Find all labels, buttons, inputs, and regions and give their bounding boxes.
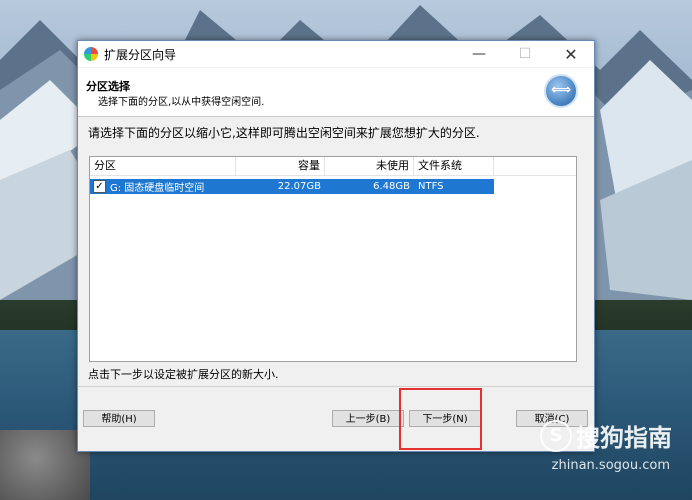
row-checkbox[interactable]: ✓	[93, 180, 106, 193]
maximize-button[interactable]: ☐	[502, 41, 548, 67]
divider	[78, 386, 594, 387]
partition-unused: 6.48GB	[373, 181, 410, 192]
column-filesystem[interactable]: 文件系统	[414, 157, 494, 175]
list-header: 分区 容量 未使用 文件系统	[90, 157, 576, 176]
close-button[interactable]: ✕	[548, 41, 594, 67]
wizard-header: 分区选择 选择下面的分区,以从中获得空闲空间. ⟺	[78, 68, 594, 117]
partition-capacity: 22.07GB	[277, 181, 321, 192]
column-partition[interactable]: 分区	[90, 157, 236, 175]
column-capacity[interactable]: 容量	[236, 157, 325, 175]
partition-filesystem: NTFS	[418, 181, 444, 192]
partition-list[interactable]: 分区 容量 未使用 文件系统 ✓ G: 固态硬盘临时空间 22.07GB 6.4…	[89, 156, 577, 362]
hint-text: 点击下一步以设定被扩展分区的新大小.	[88, 368, 279, 381]
sogou-watermark: S 搜狗指南	[540, 418, 672, 453]
title-bar[interactable]: 扩展分区向导 — ☐ ✕	[78, 41, 594, 67]
partition-name: G: 固态硬盘临时空间	[110, 183, 205, 194]
window-title: 扩展分区向导	[104, 47, 177, 62]
table-row[interactable]: ✓ G: 固态硬盘临时空间 22.07GB 6.48GB NTFS	[90, 179, 494, 194]
highlight-box	[399, 388, 482, 450]
help-button[interactable]: 帮助(H)	[83, 410, 155, 427]
extend-partition-wizard-dialog: 扩展分区向导 — ☐ ✕ 分区选择 选择下面的分区,以从中获得空闲空间. ⟺ 请…	[77, 40, 595, 452]
column-unused[interactable]: 未使用	[325, 157, 414, 175]
resize-arrows-icon: ⟺	[544, 74, 578, 108]
watermark-text: 搜狗指南	[576, 424, 672, 452]
app-logo-icon	[84, 47, 98, 61]
step-title: 分区选择	[86, 80, 130, 93]
minimize-button[interactable]: —	[456, 41, 502, 67]
step-subtitle: 选择下面的分区,以从中获得空闲空间.	[98, 97, 265, 108]
instruction-text: 请选择下面的分区以缩小它,这样即可腾出空闲空间来扩展您想扩大的分区.	[88, 126, 480, 140]
previous-button[interactable]: 上一步(B)	[332, 410, 404, 427]
watermark-url: zhinan.sogou.com	[551, 458, 670, 473]
sogou-logo-icon: S	[540, 419, 572, 452]
